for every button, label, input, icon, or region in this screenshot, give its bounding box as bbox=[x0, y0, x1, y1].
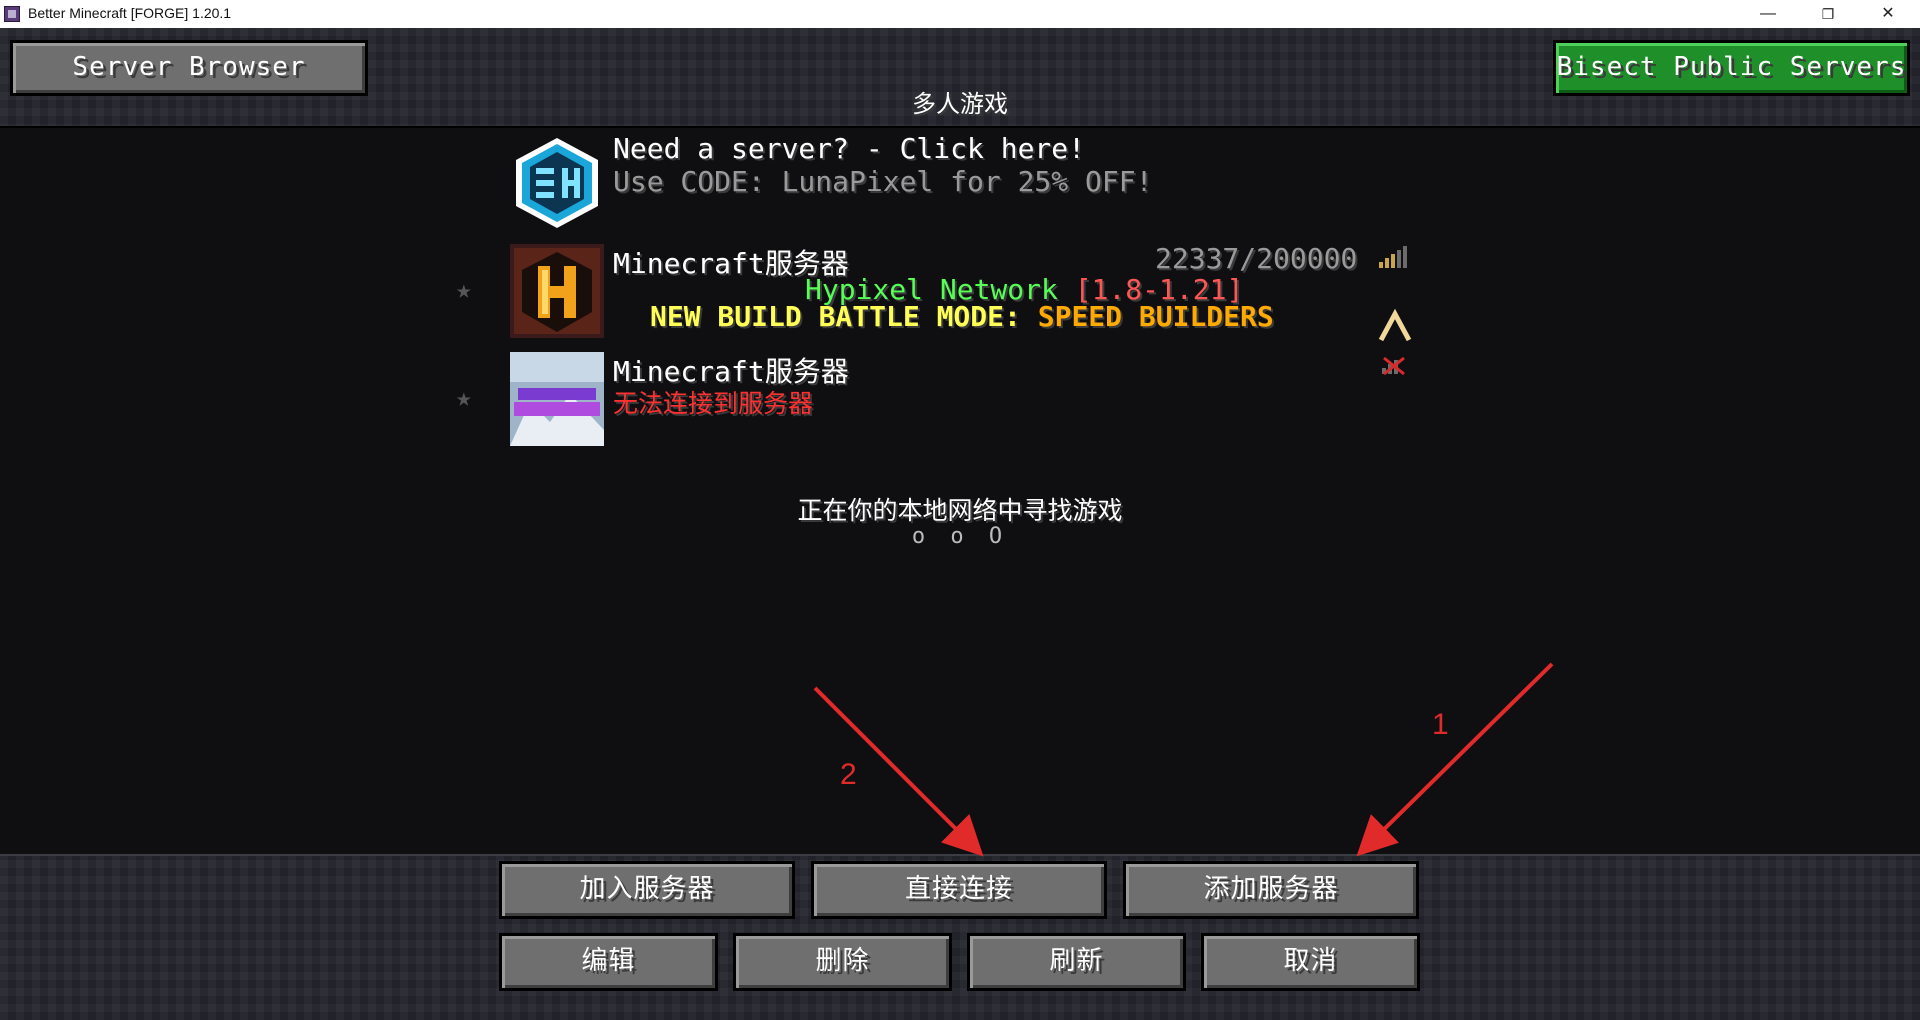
move-up-arrow-icon[interactable] bbox=[1377, 308, 1413, 344]
no-connection-icon bbox=[1382, 356, 1405, 376]
annotation-label-1: 1 bbox=[1432, 708, 1449, 741]
minimize-button[interactable]: — bbox=[1740, 0, 1796, 28]
loading-dots: o o O bbox=[911, 524, 1009, 549]
restore-button[interactable]: ❐ bbox=[1800, 0, 1856, 28]
better-minecraft-icon bbox=[510, 352, 604, 446]
bisecthosting-logo-icon bbox=[516, 138, 598, 228]
page-title: 多人游戏 bbox=[912, 90, 1008, 118]
refresh-button[interactable]: 刷新 bbox=[967, 933, 1186, 991]
multiplayer-screen: Server Browser Bisect Public Servers 多人游… bbox=[0, 28, 1920, 1020]
window-title: Better Minecraft [FORGE] 1.20.1 bbox=[28, 5, 232, 21]
annotation-label-2: 2 bbox=[840, 758, 857, 791]
favorite-star-icon[interactable]: ★ bbox=[456, 383, 472, 413]
player-count: 22337/200000 bbox=[1155, 242, 1358, 275]
window-titlebar: Better Minecraft [FORGE] 1.20.1 — ❐ ✕ bbox=[0, 0, 1920, 28]
hypixel-logo-icon bbox=[510, 244, 604, 338]
signal-bars-icon bbox=[1379, 246, 1407, 268]
delete-button[interactable]: 删除 bbox=[733, 933, 952, 991]
motd-announce: NEW BUILD BATTLE MODE: bbox=[650, 300, 1021, 333]
server-browser-button[interactable]: Server Browser bbox=[10, 40, 368, 96]
join-server-button[interactable]: 加入服务器 bbox=[499, 861, 795, 919]
close-button[interactable]: ✕ bbox=[1860, 0, 1916, 28]
lan-search-status: 正在你的本地网络中寻找游戏 bbox=[797, 496, 1123, 525]
add-server-button[interactable]: 添加服务器 bbox=[1123, 861, 1419, 919]
cancel-button[interactable]: 取消 bbox=[1201, 933, 1420, 991]
app-icon bbox=[4, 6, 20, 22]
ad-subtitle: Use CODE: LunaPixel for 25% OFF! bbox=[613, 165, 1153, 198]
favorite-star-icon[interactable]: ★ bbox=[456, 275, 472, 305]
bisect-public-servers-button[interactable]: Bisect Public Servers bbox=[1553, 40, 1910, 96]
server-motd-line2: NEW BUILD BATTLE MODE: SPEED BUILDERS bbox=[650, 300, 1274, 333]
edit-button[interactable]: 编辑 bbox=[499, 933, 718, 991]
direct-connect-button[interactable]: 直接连接 bbox=[811, 861, 1107, 919]
ad-title: Need a server? - Click here! bbox=[613, 132, 1086, 165]
server-error: 无法连接到服务器 bbox=[613, 389, 814, 418]
motd-mode: SPEED BUILDERS bbox=[1037, 300, 1274, 333]
